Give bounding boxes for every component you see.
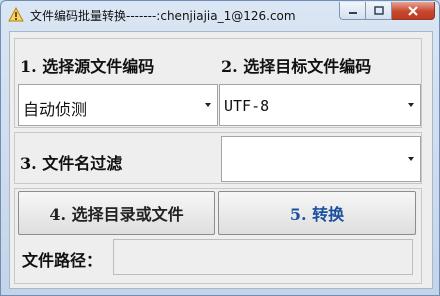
file-path-label: 文件路径： [22, 251, 103, 270]
close-button[interactable] [392, 2, 435, 20]
close-icon [408, 5, 418, 16]
encoding-panel: 1. 选择源文件编码 2. 选择目标文件编码 自动侦测 UTF-8 [14, 38, 422, 128]
filename-filter-label: 3. 文件名过滤 [20, 154, 123, 173]
filename-filter-select[interactable] [221, 136, 421, 182]
chevron-down-icon [408, 103, 414, 107]
minimize-icon [348, 11, 357, 14]
source-encoding-value: 自动侦测 [23, 100, 88, 119]
maximize-button[interactable] [366, 2, 392, 20]
title-bar[interactable]: 文件编码批量转换-------:chenjiajia_1@126.com [1, 1, 439, 29]
source-encoding-select[interactable]: 自动侦测 [18, 84, 218, 126]
app-icon [8, 7, 24, 22]
window-title: 文件编码批量转换-------:chenjiajia_1@126.com [30, 9, 296, 23]
client-area: 1. 选择源文件编码 2. 选择目标文件编码 自动侦测 UTF-8 3. 文件名… [9, 31, 433, 289]
file-path-field[interactable] [113, 239, 413, 275]
choose-directory-button[interactable]: 4. 选择目录或文件 [18, 191, 215, 235]
maximize-icon [373, 6, 384, 15]
convert-button[interactable]: 5. 转换 [218, 191, 416, 235]
source-encoding-label: 1. 选择源文件编码 [20, 57, 155, 76]
minimize-button[interactable] [339, 2, 366, 20]
target-encoding-value: UTF-8 [224, 97, 270, 115]
target-encoding-select[interactable]: UTF-8 [219, 84, 421, 126]
action-panel: 4. 选择目录或文件 5. 转换 文件路径： [14, 188, 422, 284]
filter-panel: 3. 文件名过滤 [14, 132, 422, 184]
chevron-down-icon [408, 157, 414, 161]
chevron-down-icon [205, 103, 211, 107]
target-encoding-label: 2. 选择目标文件编码 [221, 57, 372, 76]
app-window: 文件编码批量转换-------:chenjiajia_1@126.com 1. … [0, 0, 440, 296]
